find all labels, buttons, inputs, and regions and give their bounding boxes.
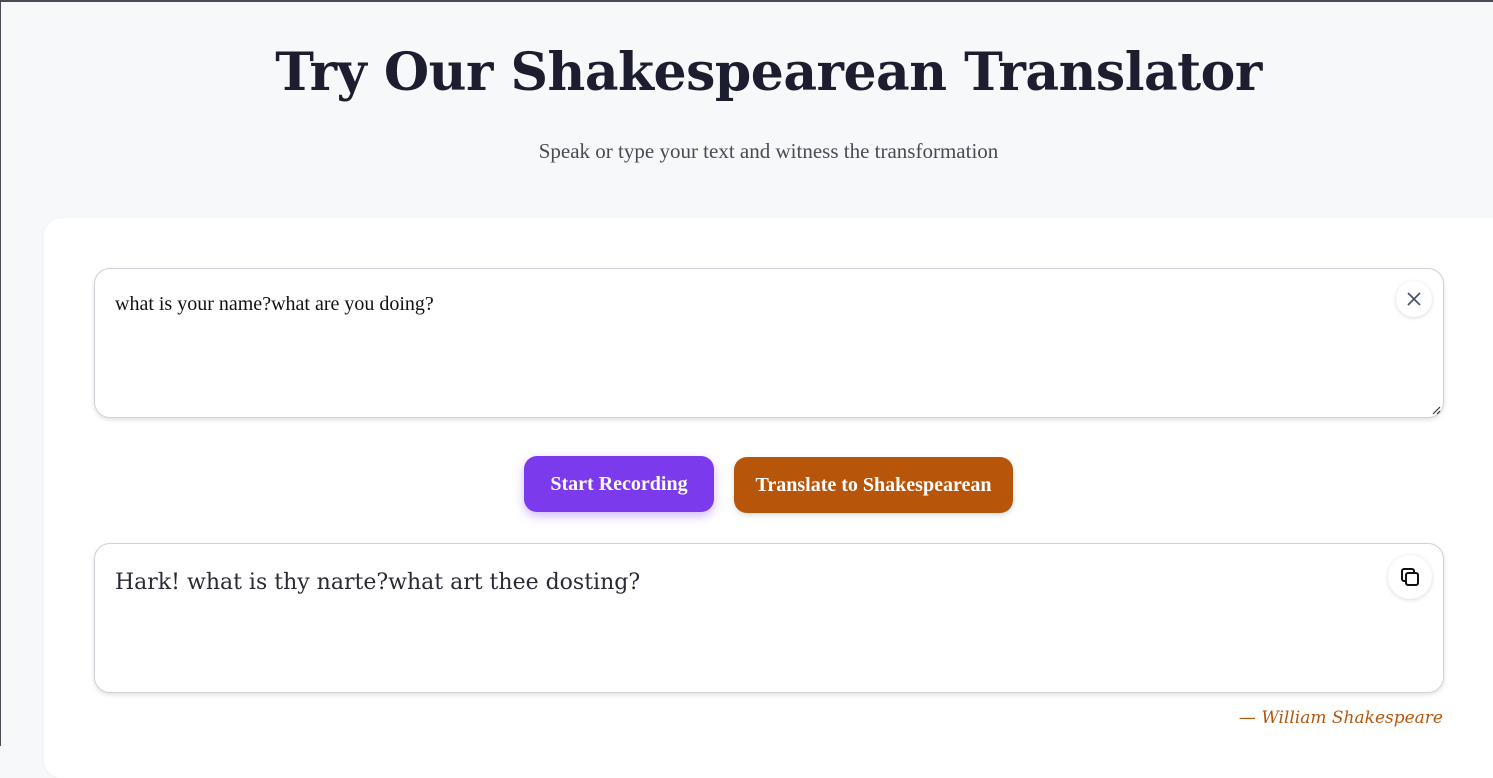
close-icon <box>1407 292 1421 306</box>
window-top-border <box>0 0 1493 2</box>
start-recording-label: Start Recording <box>550 472 688 495</box>
source-text-value[interactable]: what is your name?what are you doing? <box>115 291 434 317</box>
translate-label: Translate to Shakespearean <box>755 473 992 496</box>
attribution-text: — William Shakespeare <box>1238 708 1443 728</box>
translation-output-text: Hark! what is thy narte?what art thee do… <box>115 570 641 595</box>
start-recording-button[interactable]: Start Recording <box>524 456 714 512</box>
translate-button[interactable]: Translate to Shakespearean <box>734 457 1013 513</box>
page-subtitle: Speak or type your text and witness the … <box>538 139 999 163</box>
copy-icon <box>1401 568 1419 586</box>
translation-output: Hark! what is thy narte?what art thee do… <box>94 543 1444 693</box>
page-title: Try Our Shakespearean Translator <box>275 42 1262 103</box>
clear-input-button[interactable] <box>1396 281 1432 317</box>
copy-output-button[interactable] <box>1388 555 1432 599</box>
window-left-border <box>0 0 1 746</box>
resize-handle-icon[interactable] <box>1431 405 1441 415</box>
source-text-input[interactable]: what is your name?what are you doing? <box>94 268 1444 418</box>
